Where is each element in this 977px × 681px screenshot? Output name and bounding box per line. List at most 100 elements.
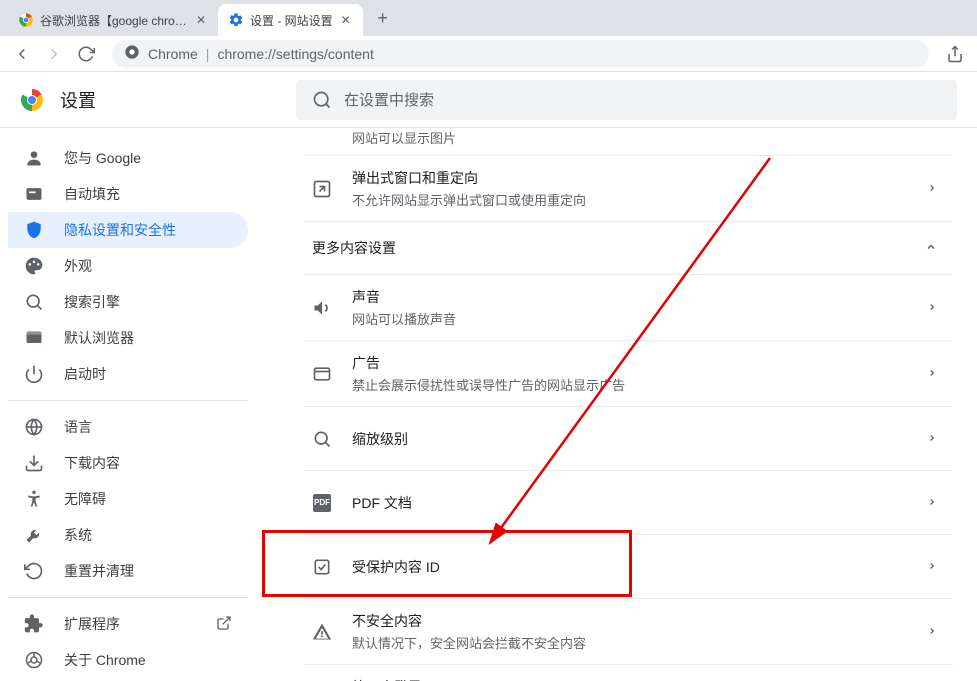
shield-icon xyxy=(24,220,44,240)
setting-row-text: 弹出式窗口和重定向 不允许网站显示弹出式窗口或使用重定向 xyxy=(352,168,907,209)
row-title: 声音 xyxy=(352,287,907,307)
sidebar-label: 您与 Google xyxy=(64,148,141,168)
section-title: 更多内容设置 xyxy=(312,238,396,258)
sidebar-item-privacy-security[interactable]: 隐私设置和安全性 xyxy=(8,212,248,248)
download-icon xyxy=(24,453,44,473)
main-layout: 您与 Google 自动填充 隐私设置和安全性 外观 搜索引擎 默认浏览器 启动… xyxy=(0,128,977,681)
sidebar-item-search-engine[interactable]: 搜索引擎 xyxy=(8,284,248,320)
chevron-right-icon xyxy=(927,430,937,448)
setting-row-sound[interactable]: 声音 网站可以播放声音 xyxy=(304,274,953,340)
accessibility-icon xyxy=(24,489,44,509)
sidebar-label: 默认浏览器 xyxy=(64,328,134,348)
setting-row-third-party-signin[interactable]: 第三方登录 网站可以显示来自身份服务的登录提示 xyxy=(304,664,953,681)
sidebar-label: 语言 xyxy=(64,417,92,437)
sidebar-item-about-chrome[interactable]: 关于 Chrome xyxy=(8,642,248,678)
warning-icon xyxy=(312,622,332,642)
chevron-right-icon xyxy=(927,299,937,317)
chrome-logo-icon xyxy=(20,88,44,112)
url-path: chrome://settings/content xyxy=(217,46,373,62)
power-icon xyxy=(24,364,44,384)
sidebar-label: 隐私设置和安全性 xyxy=(64,220,176,240)
url-prefix: Chrome xyxy=(148,46,198,62)
sidebar-item-extensions[interactable]: 扩展程序 xyxy=(8,606,248,642)
section-header-more-content[interactable]: 更多内容设置 xyxy=(304,221,953,274)
new-tab-button[interactable]: + xyxy=(369,4,397,32)
divider xyxy=(8,597,248,598)
sidebar-label: 外观 xyxy=(64,256,92,276)
back-button[interactable] xyxy=(8,40,36,68)
sidebar-label: 重置并清理 xyxy=(64,561,134,581)
browser-icon xyxy=(24,328,44,348)
chevron-right-icon xyxy=(927,494,937,512)
sidebar-item-reset[interactable]: 重置并清理 xyxy=(8,553,248,589)
share-button[interactable] xyxy=(941,40,969,68)
row-sub: 禁止会展示侵扰性或误导性广告的网站显示广告 xyxy=(352,375,907,394)
chevron-right-icon xyxy=(927,558,937,576)
chevron-up-icon xyxy=(925,240,937,256)
sidebar-label: 关于 Chrome xyxy=(64,650,146,670)
popup-icon xyxy=(312,179,332,199)
row-sub: 网站可以播放声音 xyxy=(352,309,907,328)
sidebar-item-downloads[interactable]: 下载内容 xyxy=(8,445,248,481)
setting-row-protected-content[interactable]: 受保护内容 ID xyxy=(304,534,953,598)
browser-tab-2[interactable]: 设置 - 网站设置 ✕ xyxy=(218,4,363,36)
sidebar-item-system[interactable]: 系统 xyxy=(8,517,248,553)
sidebar-item-you-and-google[interactable]: 您与 Google xyxy=(8,140,248,176)
settings-content: 网站可以显示图片 弹出式窗口和重定向 不允许网站显示弹出式窗口或使用重定向 更多… xyxy=(256,128,977,681)
row-title: PDF 文档 xyxy=(352,493,907,513)
tab-title: 谷歌浏览器【google chrome】 xyxy=(40,12,188,29)
sidebar-item-languages[interactable]: 语言 xyxy=(8,409,248,445)
sidebar-item-accessibility[interactable]: 无障碍 xyxy=(8,481,248,517)
zoom-icon xyxy=(312,429,332,449)
person-icon xyxy=(24,148,44,168)
setting-row-insecure-content[interactable]: 不安全内容 默认情况下，安全网站会拦截不安全内容 xyxy=(304,598,953,664)
address-bar: Chrome | chrome://settings/content xyxy=(0,36,977,72)
sidebar-item-autofill[interactable]: 自动填充 xyxy=(8,176,248,212)
sidebar-item-on-startup[interactable]: 启动时 xyxy=(8,356,248,392)
sidebar-item-default-browser[interactable]: 默认浏览器 xyxy=(8,320,248,356)
chevron-right-icon xyxy=(927,623,937,641)
sidebar-label: 下载内容 xyxy=(64,453,120,473)
row-title: 弹出式窗口和重定向 xyxy=(352,168,907,188)
row-title: 受保护内容 ID xyxy=(352,557,907,577)
tab-title: 设置 - 网站设置 xyxy=(250,12,333,29)
puzzle-icon xyxy=(24,614,44,634)
settings-header: 设置 在设置中搜索 xyxy=(0,72,977,128)
setting-row-ads[interactable]: 广告 禁止会展示侵扰性或误导性广告的网站显示广告 xyxy=(304,340,953,406)
chevron-right-icon xyxy=(927,365,937,383)
close-icon[interactable]: ✕ xyxy=(194,13,208,27)
setting-row-zoom[interactable]: 缩放级别 xyxy=(304,406,953,470)
ads-icon xyxy=(312,364,332,384)
sidebar: 您与 Google 自动填充 隐私设置和安全性 外观 搜索引擎 默认浏览器 启动… xyxy=(0,128,256,681)
browser-tab-bar: 谷歌浏览器【google chrome】 ✕ 设置 - 网站设置 ✕ + xyxy=(0,0,977,36)
divider xyxy=(8,400,248,401)
search-placeholder: 在设置中搜索 xyxy=(344,89,434,110)
row-sub: 不允许网站显示弹出式窗口或使用重定向 xyxy=(352,190,907,209)
globe-icon xyxy=(24,417,44,437)
search-settings-input[interactable]: 在设置中搜索 xyxy=(296,80,957,120)
sidebar-label: 搜索引擎 xyxy=(64,292,120,312)
sidebar-label: 系统 xyxy=(64,525,92,545)
gear-icon xyxy=(228,12,244,28)
chrome-icon xyxy=(124,44,140,63)
reset-icon xyxy=(24,561,44,581)
close-icon[interactable]: ✕ xyxy=(339,13,353,27)
chevron-right-icon xyxy=(927,180,937,198)
pdf-icon: PDF xyxy=(312,493,332,513)
row-sub: 默认情况下，安全网站会拦截不安全内容 xyxy=(352,633,907,652)
row-title: 不安全内容 xyxy=(352,611,907,631)
url-input[interactable]: Chrome | chrome://settings/content xyxy=(112,40,929,68)
row-title: 第三方登录 xyxy=(352,677,907,681)
search-icon xyxy=(24,292,44,312)
wrench-icon xyxy=(24,525,44,545)
sidebar-label: 无障碍 xyxy=(64,489,106,509)
browser-tab-1[interactable]: 谷歌浏览器【google chrome】 ✕ xyxy=(8,4,218,36)
setting-row-popups[interactable]: 弹出式窗口和重定向 不允许网站显示弹出式窗口或使用重定向 xyxy=(304,155,953,221)
sidebar-item-appearance[interactable]: 外观 xyxy=(8,248,248,284)
forward-button[interactable] xyxy=(40,40,68,68)
protected-icon xyxy=(312,557,332,577)
reload-button[interactable] xyxy=(72,40,100,68)
palette-icon xyxy=(24,256,44,276)
setting-row-pdf[interactable]: PDF PDF 文档 xyxy=(304,470,953,534)
row-title: 缩放级别 xyxy=(352,429,907,449)
